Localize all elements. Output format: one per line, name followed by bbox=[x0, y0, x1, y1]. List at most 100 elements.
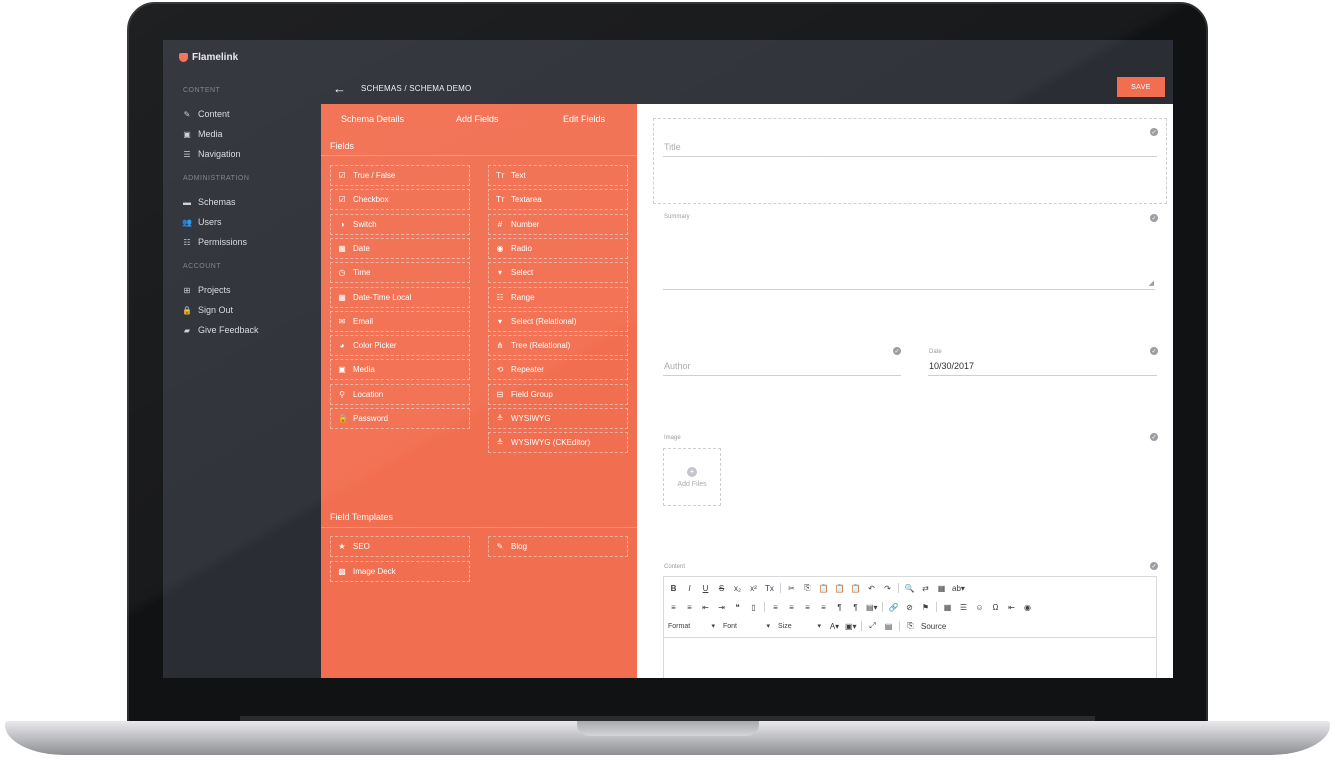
sidebar-item-permissions[interactable]: ☷ Permissions bbox=[183, 237, 247, 247]
toolbar-button-icon[interactable]: U bbox=[700, 584, 711, 593]
field-type-button[interactable]: ≜ WYSIWYG bbox=[488, 408, 628, 429]
toolbar-button-icon[interactable]: ≡ bbox=[684, 603, 695, 612]
field-type-button[interactable]: ◉ Radio bbox=[488, 237, 628, 259]
toolbar-button-icon[interactable]: 🔍 bbox=[904, 584, 915, 593]
field-type-button[interactable]: ▦ Date bbox=[330, 237, 470, 259]
toolbar-button-icon[interactable]: 📋 bbox=[834, 584, 845, 593]
maximize-icon[interactable]: ⤢ bbox=[867, 621, 878, 631]
sidebar-item-projects[interactable]: ⊞ Projects bbox=[183, 285, 231, 295]
field-type-button[interactable]: ▦ Date-Time Local bbox=[330, 286, 470, 308]
field-type-button[interactable]: ☷ Range bbox=[488, 286, 628, 308]
toolbar-button-icon[interactable]: Tx bbox=[764, 584, 775, 593]
sidebar-item-schemas[interactable]: ▬ Schemas bbox=[183, 197, 236, 207]
date-input[interactable]: 10/30/2017 bbox=[929, 361, 974, 371]
font-select[interactable]: Font ▾ bbox=[723, 622, 773, 631]
format-select[interactable]: Format ▾ bbox=[668, 622, 718, 631]
save-button[interactable]: SAVE bbox=[1117, 77, 1165, 97]
toolbar-button-icon[interactable]: ↶ bbox=[866, 584, 877, 593]
toolbar-button-icon[interactable]: ↷ bbox=[882, 584, 893, 593]
back-arrow-icon[interactable]: ← bbox=[333, 81, 346, 96]
toolbar-button-icon[interactable]: ✂ bbox=[786, 584, 797, 593]
toolbar-button-icon[interactable]: ⇤ bbox=[700, 603, 711, 612]
field-type-button[interactable]: ⋔ Tree (Relational) bbox=[488, 335, 628, 357]
toolbar-button-icon[interactable]: ⇤ bbox=[1006, 603, 1017, 612]
calendar-icon: ▦ bbox=[338, 292, 346, 302]
title-input[interactable]: Title bbox=[664, 142, 681, 152]
toolbar-button-icon[interactable]: ≡ bbox=[802, 603, 813, 612]
tab-edit-fields[interactable]: Edit Fields bbox=[563, 114, 605, 124]
toolbar-button-icon[interactable]: ▯ bbox=[748, 603, 759, 612]
field-builder-panel: Schema Details Add Fields Edit Fields Fi… bbox=[321, 104, 637, 678]
toolbar-button-icon[interactable]: ▦ bbox=[936, 584, 947, 593]
bg-color-icon[interactable]: ▣▾ bbox=[845, 622, 857, 631]
field-type-button[interactable]: Tт Text bbox=[488, 165, 628, 186]
toolbar-button-icon[interactable]: x² bbox=[748, 584, 759, 593]
sidebar-item-give-feedback[interactable]: ▰ Give Feedback bbox=[183, 325, 259, 335]
toolbar-button-icon[interactable]: S bbox=[716, 584, 727, 593]
tab-schema-details[interactable]: Schema Details bbox=[341, 114, 404, 124]
toolbar-button-icon[interactable]: I bbox=[684, 584, 695, 593]
editor-content-area[interactable] bbox=[664, 637, 1156, 678]
field-type-button[interactable]: ≜ WYSIWYG (CKEditor) bbox=[488, 432, 628, 454]
toolbar-button-icon[interactable]: 📋 bbox=[818, 584, 829, 593]
field-type-button[interactable]: ◷ Time bbox=[330, 262, 470, 284]
field-type-button[interactable]: ▾ Select bbox=[488, 262, 628, 284]
toolbar-separator bbox=[936, 602, 937, 612]
size-select[interactable]: Size ▾ bbox=[778, 622, 824, 631]
field-type-button[interactable]: ▣ Media bbox=[330, 359, 470, 381]
toolbar-button-icon[interactable]: B bbox=[668, 584, 679, 593]
source-icon[interactable]: ⎘ bbox=[905, 621, 916, 631]
field-type-button[interactable]: ▾ Select (Relational) bbox=[488, 310, 628, 332]
sidebar-item-navigation[interactable]: ☰ Navigation bbox=[183, 149, 240, 159]
toolbar-button-icon[interactable]: ≡ bbox=[668, 603, 679, 612]
toolbar-button-icon[interactable]: ⊘ bbox=[904, 603, 915, 612]
field-type-button[interactable]: ☑ Checkbox bbox=[330, 189, 470, 211]
sidebar-item-media[interactable]: ▣ Media bbox=[183, 129, 222, 139]
sidebar-item-sign-out[interactable]: 🔒 Sign Out bbox=[182, 305, 233, 315]
toolbar-button-icon[interactable]: ¶ bbox=[834, 603, 845, 612]
field-type-button[interactable]: # Number bbox=[488, 213, 628, 235]
field-type-button[interactable]: ◕ Color Picker bbox=[330, 335, 470, 357]
toolbar-button-icon[interactable]: ab▾ bbox=[952, 584, 965, 593]
toolbar-button-icon[interactable]: Ω bbox=[990, 603, 1001, 612]
sidebar-item-content[interactable]: ✎ Content bbox=[183, 109, 230, 119]
field-template-button[interactable]: ▩ Image Deck bbox=[330, 561, 470, 582]
source-button[interactable]: Source bbox=[921, 622, 946, 631]
field-template-button[interactable]: ✎ Blog bbox=[488, 536, 628, 557]
toolbar-button-icon[interactable]: ◉ bbox=[1022, 603, 1033, 612]
toolbar-button-icon[interactable]: ❝ bbox=[732, 603, 743, 612]
field-type-button[interactable]: ✉ Email bbox=[330, 310, 470, 332]
field-template-button[interactable]: ★ SEO bbox=[330, 536, 470, 557]
author-input[interactable]: Author bbox=[664, 361, 691, 371]
toolbar-button-icon[interactable]: ≡ bbox=[770, 603, 781, 612]
field-type-button[interactable]: ◑ Switch bbox=[330, 213, 470, 235]
field-type-button[interactable]: ⚲ Location bbox=[330, 383, 470, 405]
text-color-icon[interactable]: A▾ bbox=[829, 622, 840, 631]
sidebar-item-users[interactable]: 👥 Users bbox=[182, 217, 222, 227]
toolbar-button-icon[interactable]: x₂ bbox=[732, 584, 743, 593]
toolbar-button-icon[interactable]: ▦ bbox=[942, 603, 953, 612]
field-type-button[interactable]: Tт Textarea bbox=[488, 189, 628, 211]
toolbar-button-icon[interactable]: ☺ bbox=[974, 603, 985, 612]
field-type-button[interactable]: ☑ True / False bbox=[330, 165, 470, 186]
show-blocks-icon[interactable]: ▤ bbox=[883, 622, 894, 631]
toolbar-button-icon[interactable]: ≡ bbox=[818, 603, 829, 612]
toolbar-button-icon[interactable]: ⇄ bbox=[920, 584, 931, 593]
toolbar-button-icon[interactable]: ⇥ bbox=[716, 603, 727, 612]
tab-add-fields[interactable]: Add Fields bbox=[456, 114, 499, 124]
toolbar-button-icon[interactable]: ⚑ bbox=[920, 603, 931, 612]
add-files-button[interactable]: + Add Files bbox=[663, 448, 721, 506]
brand[interactable]: Flamelink bbox=[179, 52, 238, 63]
toolbar-button-icon[interactable]: 🔗 bbox=[888, 603, 899, 612]
summary-textarea[interactable]: ◢ bbox=[663, 224, 1155, 290]
field-type-button[interactable]: ⊟ Field Group bbox=[488, 383, 628, 405]
toolbar-button-icon[interactable]: ▤▾ bbox=[866, 603, 878, 612]
toolbar-button-icon[interactable]: ☰ bbox=[958, 603, 969, 612]
toolbar-button-icon[interactable]: ¶ bbox=[850, 603, 861, 612]
toolbar-button-icon[interactable]: ⎘ bbox=[802, 583, 813, 593]
field-type-button[interactable]: 🔒 Password bbox=[330, 408, 470, 429]
resize-handle-icon[interactable]: ◢ bbox=[1149, 279, 1154, 287]
field-type-button[interactable]: ⟲ Repeater bbox=[488, 359, 628, 381]
toolbar-button-icon[interactable]: 📋 bbox=[850, 584, 861, 593]
toolbar-button-icon[interactable]: ≡ bbox=[786, 603, 797, 612]
